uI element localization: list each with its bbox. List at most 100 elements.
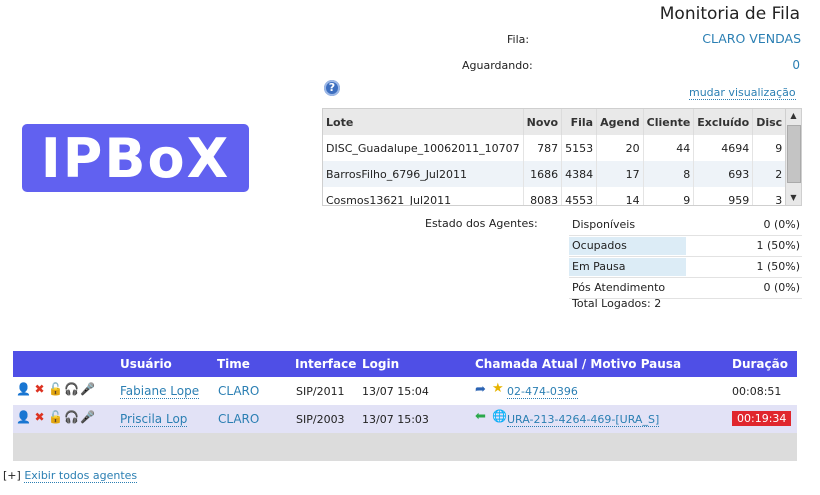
- cell-novo: 8083: [523, 187, 563, 205]
- table-row[interactable]: DISC_Guadalupe_10062011_10707 787 5153 2…: [323, 135, 801, 161]
- mudar-visualizacao-link[interactable]: mudar visualização: [689, 86, 796, 100]
- chamada-link[interactable]: URA-213-4264-469-[URA_S]: [507, 413, 660, 427]
- cell-fila: 4553: [561, 187, 598, 205]
- lote-scrollbar[interactable]: ▲ ▼: [785, 109, 801, 205]
- globe-icon: 🌐: [492, 409, 507, 423]
- col-excluido: Excluído: [693, 109, 754, 135]
- forward-arrow-icon: ➦: [475, 382, 486, 397]
- estado-count: 1 (50%): [756, 239, 800, 252]
- cell-disc: 9: [752, 135, 787, 161]
- col-disc: Disc: [752, 109, 787, 135]
- table-row[interactable]: Cosmos13621_Jul2011 8083 4553 14 9 959 3…: [323, 187, 801, 205]
- scroll-up-icon[interactable]: ▲: [786, 109, 801, 123]
- agent-time-link[interactable]: CLARO: [218, 384, 259, 398]
- estado-agentes-list: Disponíveis 0 (0%) Ocupados 1 (50%) Em P…: [569, 215, 802, 299]
- cell-disc: 3: [752, 187, 787, 205]
- estado-row: Disponíveis 0 (0%): [569, 215, 802, 236]
- estado-count: 1 (50%): [756, 260, 800, 273]
- table-row[interactable]: BarrosFilho_6796_Jul2011 1686 4384 17 8 …: [323, 161, 801, 187]
- cell-disc: 2: [752, 161, 787, 187]
- cell-lote: Cosmos13621_Jul2011: [323, 187, 524, 205]
- unlock-icon[interactable]: 🔓: [48, 381, 63, 398]
- cell-agend: 14: [596, 187, 644, 205]
- estado-row: Ocupados 1 (50%): [569, 236, 802, 257]
- agent-login: 13/07 15:04: [362, 385, 429, 398]
- footer: [+] Exibir todos agentes: [3, 469, 138, 483]
- col-login: Login: [362, 357, 400, 371]
- cell-fila: 5153: [561, 135, 598, 161]
- scroll-thumb[interactable]: [787, 125, 801, 183]
- fila-value-link[interactable]: CLARO VENDAS: [702, 31, 801, 46]
- agent-duration-alert: 00:19:34: [732, 411, 792, 426]
- cell-excluido: 693: [693, 161, 754, 187]
- back-arrow-icon: ⬅: [475, 409, 486, 424]
- aguardando-label: Aguardando:: [462, 59, 533, 72]
- table-row[interactable]: 👤 ✖ 🔓 🎧 🎤 Fabiane Lope CLARO SIP/2011 13…: [13, 377, 797, 405]
- col-cliente: Cliente: [643, 109, 695, 135]
- close-icon[interactable]: ✖: [32, 409, 47, 426]
- agent-name-link[interactable]: Priscila Lop: [120, 412, 188, 427]
- cell-lote: BarrosFilho_6796_Jul2011: [323, 161, 524, 187]
- col-chamada: Chamada Atual / Motivo Pausa: [475, 357, 682, 371]
- page-title: Monitoria de Fila: [659, 4, 800, 24]
- agents-header-row: Usuário Time Interface Login Chamada Atu…: [13, 351, 797, 377]
- col-interface: Interface: [295, 357, 357, 371]
- fila-label: Fila:: [507, 33, 530, 46]
- unlock-icon[interactable]: 🔓: [48, 409, 63, 426]
- col-fila: Fila: [561, 109, 598, 135]
- cell-cliente: 9: [643, 187, 695, 205]
- agent-interface: SIP/2011: [296, 385, 345, 398]
- lote-table-container: Lote Novo Fila Agend Cliente Excluído Di…: [322, 108, 802, 206]
- lote-table: Lote Novo Fila Agend Cliente Excluído Di…: [323, 109, 801, 205]
- cell-novo: 1686: [523, 161, 563, 187]
- estado-count: 0 (0%): [763, 281, 800, 294]
- help-icon[interactable]: ?: [324, 80, 340, 96]
- lote-header-row: Lote Novo Fila Agend Cliente Excluído Di…: [323, 109, 801, 135]
- total-logados: Total Logados: 2: [572, 297, 662, 310]
- chamada-link[interactable]: 02-474-0396: [507, 385, 578, 399]
- cell-novo: 787: [523, 135, 563, 161]
- agent-login: 13/07 15:03: [362, 413, 429, 426]
- agent-actions: 👤 ✖ 🔓 🎧 🎤: [16, 381, 95, 398]
- user-paused-icon[interactable]: 👤: [16, 409, 31, 426]
- headset-icon[interactable]: 🎧: [64, 381, 79, 398]
- aguardando-value-link[interactable]: 0: [792, 58, 800, 72]
- estado-row: Em Pausa 1 (50%): [569, 257, 802, 278]
- cell-cliente: 44: [643, 135, 695, 161]
- col-agend: Agend: [596, 109, 644, 135]
- microphone-icon[interactable]: 🎤: [80, 381, 95, 398]
- estado-name: Ocupados: [572, 239, 627, 252]
- col-novo: Novo: [523, 109, 563, 135]
- cell-agend: 17: [596, 161, 644, 187]
- estado-name: Disponíveis: [572, 218, 636, 231]
- agent-name-link[interactable]: Fabiane Lope: [120, 384, 200, 399]
- col-lote: Lote: [323, 109, 524, 135]
- user-agent-icon[interactable]: 👤: [16, 381, 31, 398]
- cell-agend: 20: [596, 135, 644, 161]
- headset-icon[interactable]: 🎧: [64, 409, 79, 426]
- ipbox-logo: IPBoX: [22, 124, 249, 192]
- scroll-down-icon[interactable]: ▼: [786, 191, 801, 205]
- expand-prefix: [+]: [3, 469, 21, 482]
- estado-name: Pós Atendimento: [572, 281, 666, 294]
- agent-time-link[interactable]: CLARO: [218, 412, 259, 426]
- close-icon[interactable]: ✖: [32, 381, 47, 398]
- agent-actions: 👤 ✖ 🔓 🎧 🎤: [16, 409, 95, 426]
- cell-cliente: 8: [643, 161, 695, 187]
- agent-interface: SIP/2003: [296, 413, 345, 426]
- cell-lote: DISC_Guadalupe_10062011_10707: [323, 135, 524, 161]
- estado-name: Em Pausa: [572, 260, 626, 273]
- microphone-icon[interactable]: 🎤: [80, 409, 95, 426]
- col-duracao: Duração: [732, 357, 788, 371]
- cell-fila: 4384: [561, 161, 598, 187]
- logo-text: IPBoX: [40, 126, 231, 190]
- table-row[interactable]: 👤 ✖ 🔓 🎧 🎤 Priscila Lop CLARO SIP/2003 13…: [13, 405, 797, 433]
- agent-duration: 00:08:51: [732, 385, 782, 398]
- agents-table: Usuário Time Interface Login Chamada Atu…: [13, 351, 797, 461]
- col-time: Time: [217, 357, 250, 371]
- cell-excluido: 4694: [693, 135, 754, 161]
- cell-excluido: 959: [693, 187, 754, 205]
- exibir-todos-agentes-link[interactable]: Exibir todos agentes: [24, 469, 138, 483]
- star-icon: ★: [492, 381, 504, 396]
- col-usuario: Usuário: [120, 357, 172, 371]
